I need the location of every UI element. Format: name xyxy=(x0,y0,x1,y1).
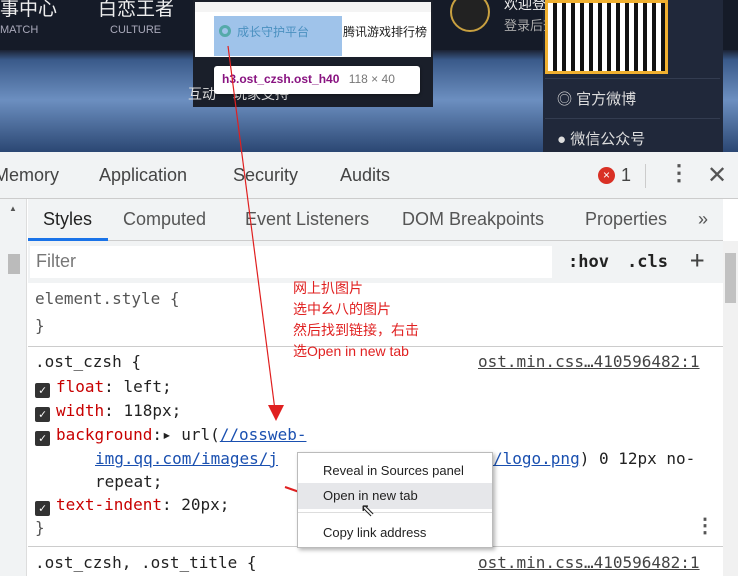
annotation-line xyxy=(227,45,277,419)
mouse-cursor-icon: ⇖ xyxy=(360,500,376,520)
menu-item-copy-link[interactable]: Copy link address xyxy=(298,520,492,546)
menu-item-reveal[interactable]: Reveal in Sources panel xyxy=(298,458,492,484)
divider xyxy=(298,512,492,513)
context-menu: Reveal in Sources panel Open in new tab … xyxy=(297,452,493,548)
menu-item-open-new-tab[interactable]: Open in new tab xyxy=(298,483,492,509)
arrow-head xyxy=(268,405,284,421)
